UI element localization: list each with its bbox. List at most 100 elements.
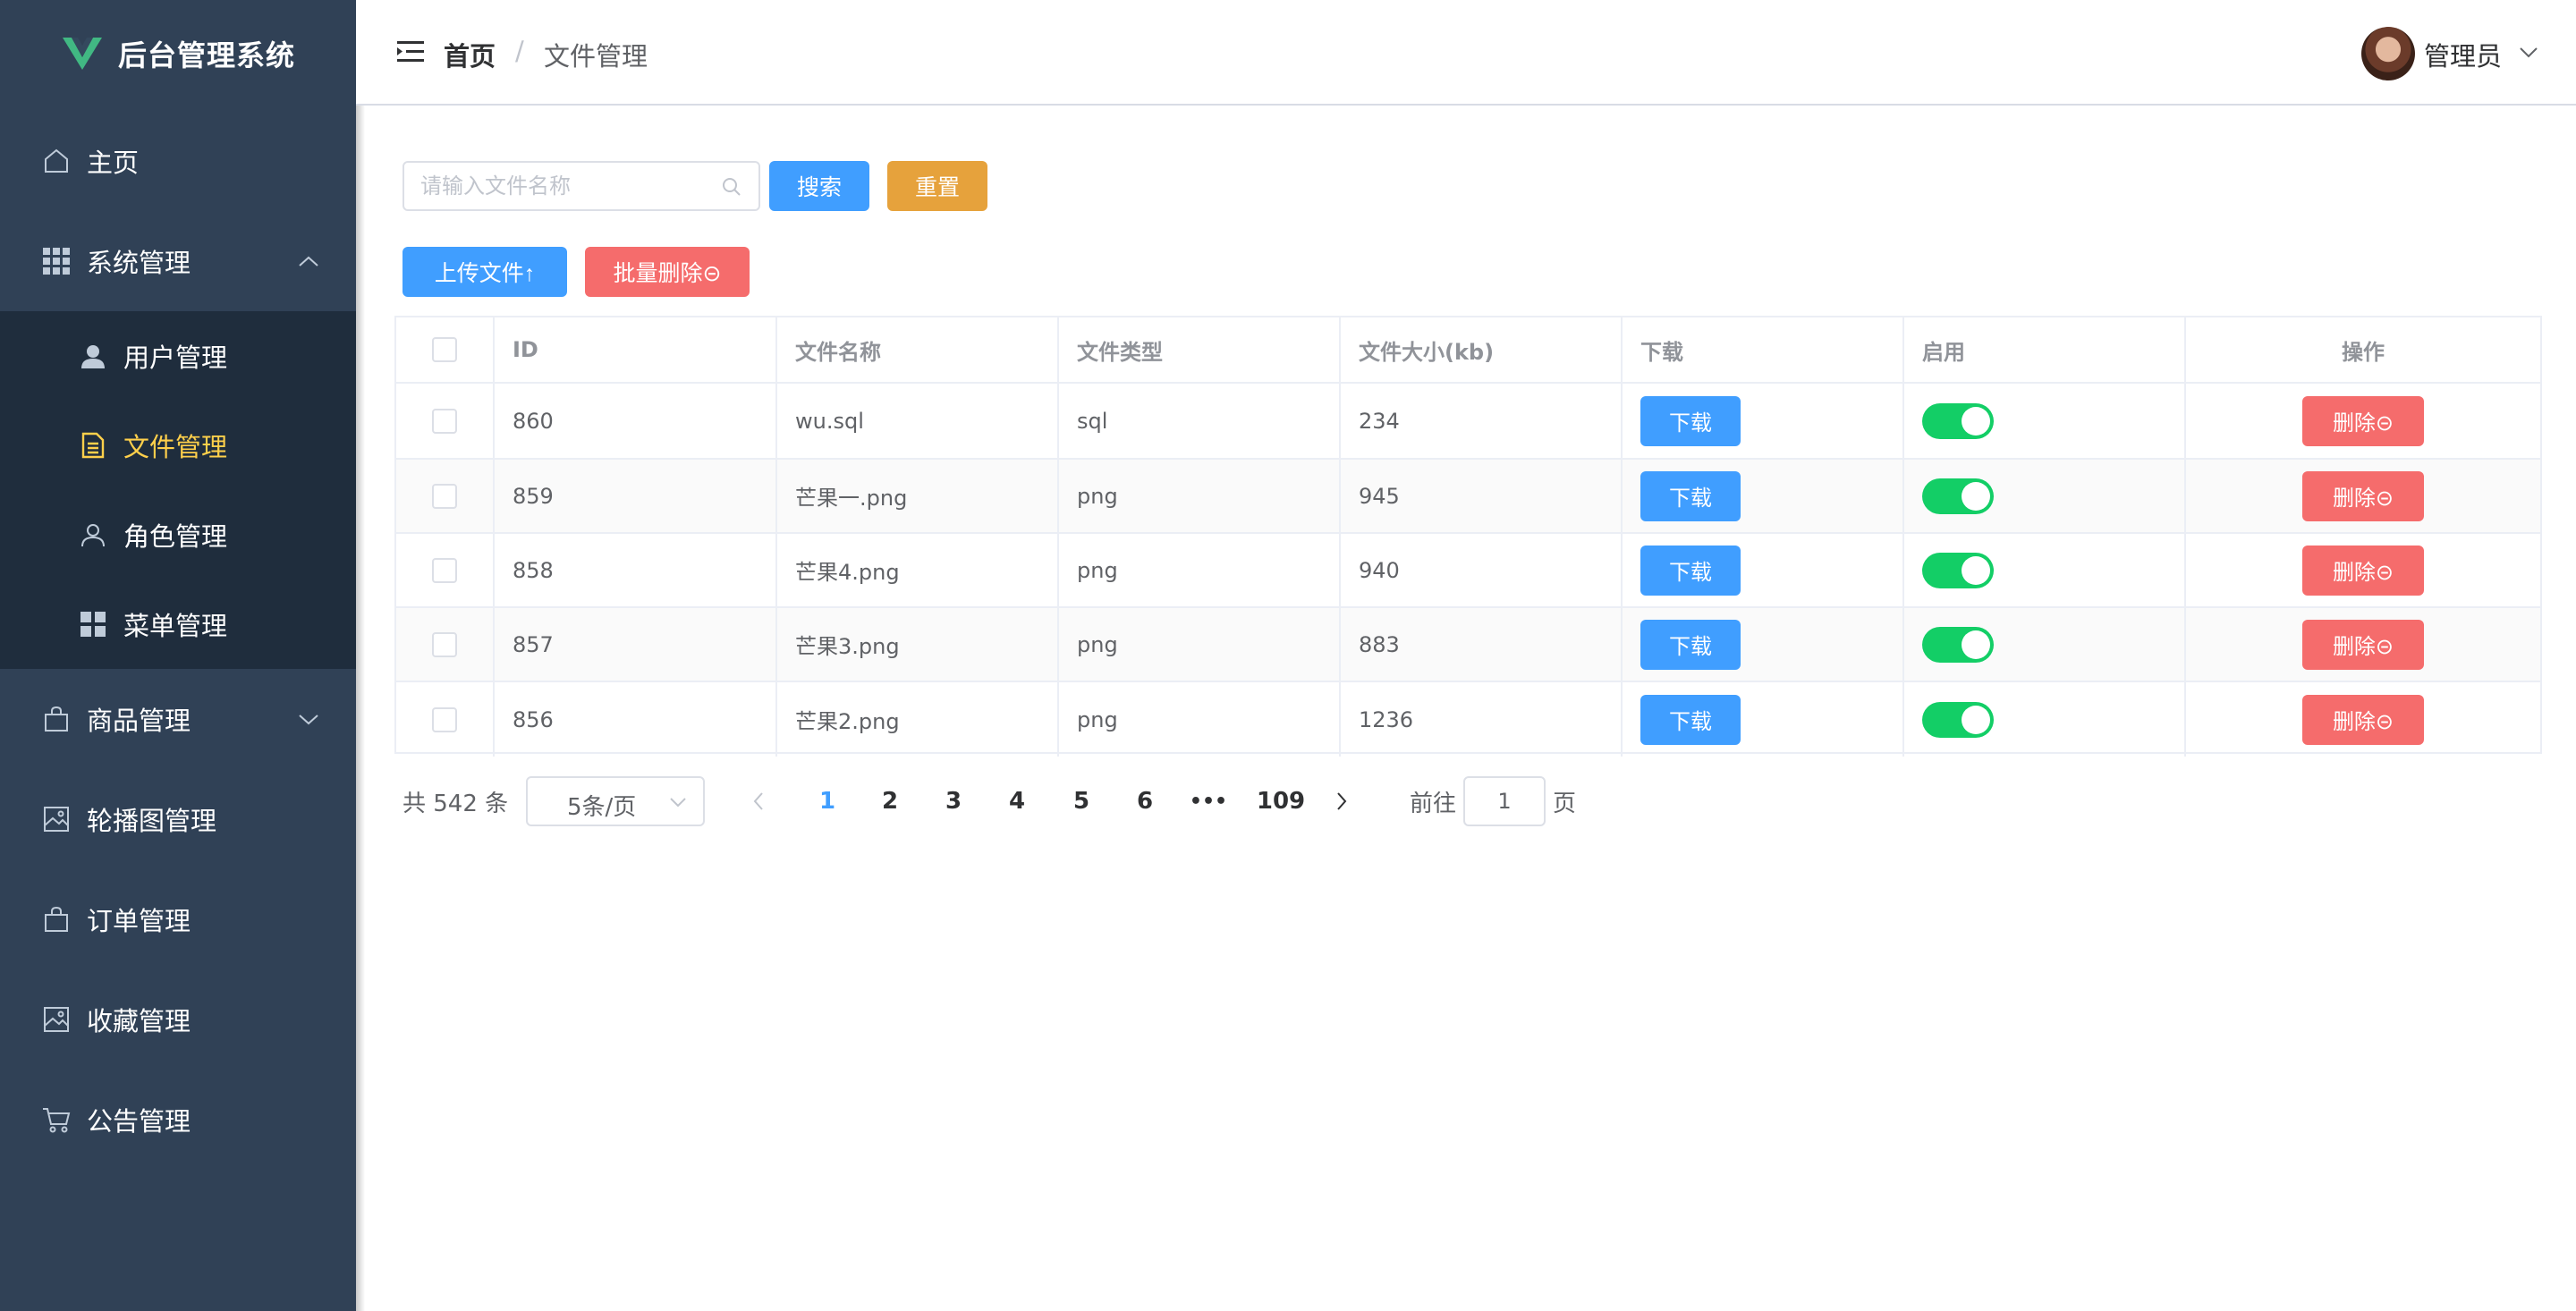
sidebar-item-favorites[interactable]: 收藏管理 bbox=[0, 975, 356, 1064]
sidebar-item-label: 主页 bbox=[87, 148, 140, 178]
enable-switch[interactable] bbox=[1922, 478, 1994, 514]
goto-page-input[interactable] bbox=[1463, 776, 1546, 826]
switch-knob bbox=[1962, 555, 1990, 585]
page-ellipsis[interactable]: ••• bbox=[1186, 776, 1231, 826]
sidebar-item-label: 菜单管理 bbox=[123, 611, 228, 641]
vue-logo-icon bbox=[63, 38, 102, 70]
user-name[interactable]: 管理员 bbox=[2424, 36, 2502, 73]
download-button[interactable]: 下载 bbox=[1640, 395, 1741, 446]
reset-button[interactable]: 重置 bbox=[887, 161, 987, 211]
goto-label: 前往 bbox=[1410, 790, 1457, 817]
app-title: 后台管理系统 bbox=[118, 38, 296, 72]
row-checkbox[interactable] bbox=[432, 706, 457, 732]
document-icon bbox=[79, 431, 107, 460]
enable-switch[interactable] bbox=[1922, 701, 1994, 738]
cell-action: 删除⊝ bbox=[2186, 608, 2540, 681]
chevron-left-icon bbox=[753, 792, 763, 810]
download-button[interactable]: 下载 bbox=[1640, 470, 1741, 521]
download-button[interactable]: 下载 bbox=[1640, 694, 1741, 745]
top-header: 首页 / 文件管理 管理员 bbox=[356, 0, 2576, 106]
breadcrumb-home[interactable]: 首页 bbox=[444, 36, 496, 73]
cell-size: 234 bbox=[1341, 384, 1623, 458]
row-checkbox[interactable] bbox=[432, 631, 457, 657]
page-number[interactable]: 3 bbox=[931, 776, 976, 826]
switch-knob bbox=[1962, 406, 1990, 436]
sidebar-item-system[interactable]: 系统管理 bbox=[0, 216, 356, 306]
next-page-button[interactable] bbox=[1324, 776, 1360, 826]
row-checkbox[interactable] bbox=[432, 408, 457, 434]
delete-button[interactable]: 删除⊝ bbox=[2302, 395, 2424, 446]
sidebar-item-label: 用户管理 bbox=[123, 343, 228, 373]
logo[interactable]: 后台管理系统 bbox=[0, 0, 356, 107]
prev-page-button[interactable] bbox=[741, 776, 776, 826]
column-header: 启用 bbox=[1904, 317, 2186, 382]
sidebar-item-files[interactable]: 文件管理 bbox=[0, 401, 356, 490]
sidebar-item-notices[interactable]: 公告管理 bbox=[0, 1075, 356, 1164]
sidebar-item-users[interactable]: 用户管理 bbox=[0, 311, 356, 401]
cell-type: sql bbox=[1059, 384, 1341, 458]
select-all-checkbox[interactable] bbox=[432, 337, 457, 362]
sidebar-item-orders[interactable]: 订单管理 bbox=[0, 875, 356, 964]
delete-button[interactable]: 删除⊝ bbox=[2302, 619, 2424, 670]
pagination-total: 共 542 条 bbox=[402, 790, 509, 817]
chevron-down-icon[interactable] bbox=[2519, 47, 2538, 59]
enable-switch[interactable] bbox=[1922, 552, 1994, 588]
table-row: 860 wu.sql sql 234 下载 删除⊝ bbox=[396, 384, 2540, 460]
cell-id: 856 bbox=[495, 682, 777, 757]
row-select-cell bbox=[396, 384, 495, 458]
page-number[interactable]: 109 bbox=[1250, 776, 1312, 826]
sidebar-item-home[interactable]: 主页 bbox=[0, 116, 356, 206]
cell-size: 883 bbox=[1341, 608, 1623, 681]
sidebar: 后台管理系统 主页 系统管理 用户管理 文件管理 角色管理 菜单管理 商品管理 … bbox=[0, 0, 356, 1311]
sidebar-item-carousel[interactable]: 轮播图管理 bbox=[0, 774, 356, 864]
row-select-cell bbox=[396, 460, 495, 532]
row-checkbox[interactable] bbox=[432, 557, 457, 583]
page-size-select[interactable]: 5条/页 bbox=[526, 776, 705, 826]
search-button[interactable]: 搜索 bbox=[769, 161, 869, 211]
sidebar-item-label: 角色管理 bbox=[123, 521, 228, 552]
delete-button[interactable]: 删除⊝ bbox=[2302, 545, 2424, 596]
cell-id: 860 bbox=[495, 384, 777, 458]
upload-button[interactable]: 上传文件↑ bbox=[402, 247, 567, 297]
cell-enabled bbox=[1904, 384, 2186, 458]
sidebar-item-roles[interactable]: 角色管理 bbox=[0, 490, 356, 579]
avatar[interactable] bbox=[2361, 27, 2415, 80]
picture-icon bbox=[41, 1004, 72, 1035]
page-number[interactable]: 1 bbox=[805, 776, 850, 826]
cell-action: 删除⊝ bbox=[2186, 384, 2540, 458]
row-checkbox[interactable] bbox=[432, 483, 457, 509]
page-number[interactable]: 2 bbox=[868, 776, 912, 826]
sidebar-item-label: 订单管理 bbox=[87, 906, 191, 936]
sidebar-item-menus[interactable]: 菜单管理 bbox=[0, 579, 356, 669]
sidebar-item-label: 商品管理 bbox=[87, 706, 191, 736]
cell-name: 芒果2.png bbox=[777, 682, 1059, 757]
header-select-cell bbox=[396, 317, 495, 382]
breadcrumb-current: 文件管理 bbox=[544, 41, 648, 72]
switch-knob bbox=[1962, 481, 1990, 511]
row-select-cell bbox=[396, 608, 495, 681]
enable-switch[interactable] bbox=[1922, 402, 1994, 439]
page-number[interactable]: 6 bbox=[1123, 776, 1167, 826]
page-number[interactable]: 4 bbox=[995, 776, 1039, 826]
cell-download: 下载 bbox=[1623, 460, 1904, 532]
search-icon bbox=[723, 178, 741, 196]
hamburger-icon[interactable] bbox=[397, 39, 424, 64]
batch-delete-button[interactable]: 批量删除⊝ bbox=[585, 247, 750, 297]
sidebar-shadow bbox=[356, 0, 365, 1311]
sidebar-item-label: 系统管理 bbox=[87, 248, 191, 278]
delete-button[interactable]: 删除⊝ bbox=[2302, 694, 2424, 745]
cell-name: 芒果4.png bbox=[777, 534, 1059, 606]
download-button[interactable]: 下载 bbox=[1640, 619, 1741, 670]
sidebar-item-goods[interactable]: 商品管理 bbox=[0, 674, 356, 764]
cell-download: 下载 bbox=[1623, 384, 1904, 458]
cell-size: 945 bbox=[1341, 460, 1623, 532]
delete-button[interactable]: 删除⊝ bbox=[2302, 470, 2424, 521]
column-header: 文件名称 bbox=[777, 317, 1059, 382]
enable-switch[interactable] bbox=[1922, 626, 1994, 663]
download-button[interactable]: 下载 bbox=[1640, 545, 1741, 596]
search-input[interactable] bbox=[420, 163, 707, 209]
cell-enabled bbox=[1904, 460, 2186, 532]
page-number[interactable]: 5 bbox=[1059, 776, 1104, 826]
cell-size: 940 bbox=[1341, 534, 1623, 606]
chevron-up-icon bbox=[299, 256, 318, 266]
